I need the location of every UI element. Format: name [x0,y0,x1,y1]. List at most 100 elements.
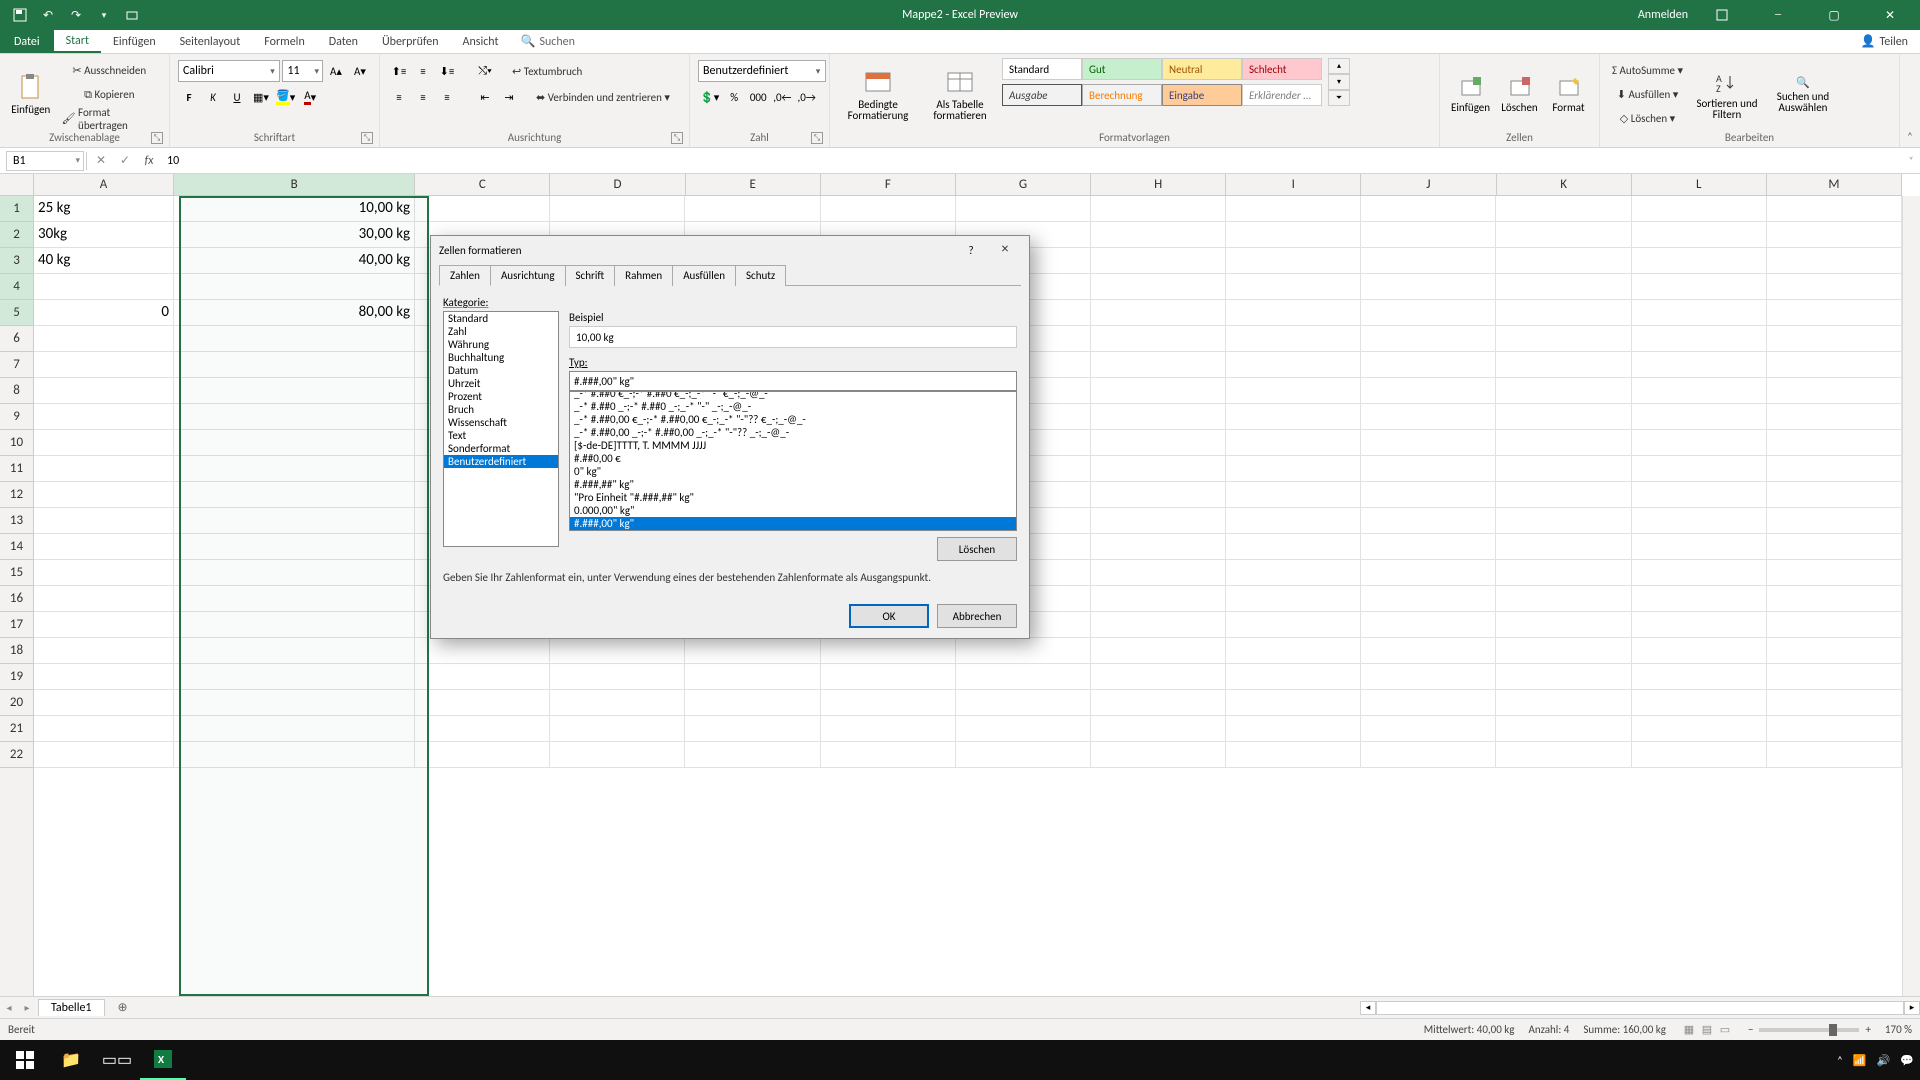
cell[interactable] [1091,456,1226,482]
cell[interactable] [34,742,174,768]
category-item[interactable]: Sonderformat [444,442,558,455]
cell[interactable] [1361,638,1496,664]
alignment-launcher[interactable]: ⤡ [671,132,683,144]
cell[interactable] [1226,274,1361,300]
row-header[interactable]: 8 [0,378,33,404]
cell[interactable]: 10,00 kg [174,196,415,222]
category-item[interactable]: Prozent [444,390,558,403]
undo-icon[interactable]: ↶ [36,3,60,27]
cell[interactable] [956,638,1091,664]
cell[interactable] [415,664,550,690]
category-item[interactable]: Bruch [444,403,558,416]
cell[interactable] [1496,638,1631,664]
column-header[interactable]: I [1226,174,1361,195]
style-eingabe[interactable]: Eingabe [1162,84,1242,106]
start-button[interactable] [2,1040,48,1080]
cell[interactable] [1767,352,1902,378]
cancel-button[interactable]: Abbrechen [937,604,1017,628]
grow-font-icon[interactable]: A▴ [325,60,347,82]
ribbon-tab-einfügen[interactable]: Einfügen [101,30,168,53]
cell[interactable] [1361,378,1496,404]
fx-icon[interactable]: fx [137,151,161,171]
merge-center-button[interactable]: ⬌ Verbinden und zentrieren ▾ [532,86,674,108]
column-header[interactable]: K [1497,174,1632,195]
cell[interactable] [1361,456,1496,482]
cell[interactable] [34,586,174,612]
row-header[interactable]: 22 [0,742,33,768]
cell[interactable] [1226,456,1361,482]
orientation-icon[interactable]: ⤭▾ [474,60,496,82]
cell[interactable] [1361,352,1496,378]
indent-inc-icon[interactable]: ⇥ [498,86,520,108]
cell[interactable] [550,716,685,742]
font-name-combo[interactable]: ▾ [178,60,280,82]
cell[interactable] [1767,456,1902,482]
cell[interactable] [174,352,415,378]
cell[interactable] [174,586,415,612]
type-option[interactable]: _-* #.##0 _-;-* #.##0 _-;_-* "-" _-;_-@_… [570,400,1016,413]
system-tray[interactable]: ˄ 📶 🔊 💬 [1837,1054,1918,1067]
cancel-edit-icon[interactable]: ✕ [89,151,113,171]
align-left-icon[interactable]: ≡ [388,86,410,108]
collapse-ribbon-icon[interactable]: ˄ [1907,130,1913,143]
cell[interactable] [174,560,415,586]
cell[interactable] [1496,534,1631,560]
row-header[interactable]: 18 [0,638,33,664]
cell[interactable] [1361,326,1496,352]
cell[interactable] [1091,716,1226,742]
zoom-in-button[interactable]: + [1865,1023,1870,1036]
font-size-combo[interactable]: ▾ [282,60,323,82]
align-middle-icon[interactable]: ≡ [412,60,434,82]
row-header[interactable]: 11 [0,456,33,482]
row-header[interactable]: 7 [0,352,33,378]
cut-button[interactable]: ✂ Ausschneiden [58,60,161,82]
cell[interactable] [1496,222,1631,248]
border-button[interactable]: ▦▾ [250,86,272,108]
ribbon-tab-formeln[interactable]: Formeln [252,30,316,53]
hscroll-left[interactable]: ◂ [1360,1001,1376,1015]
cell[interactable] [1632,638,1767,664]
cell[interactable] [1496,508,1631,534]
cell[interactable] [1091,274,1226,300]
cell[interactable] [550,742,685,768]
cell[interactable] [1226,352,1361,378]
cell[interactable] [1496,430,1631,456]
cell[interactable] [1632,716,1767,742]
cell[interactable] [1091,534,1226,560]
cell[interactable] [1226,196,1361,222]
row-header[interactable]: 21 [0,716,33,742]
cell[interactable] [1632,248,1767,274]
new-sheet-button[interactable]: ⊕ [113,998,133,1018]
row-header[interactable]: 10 [0,430,33,456]
sheet-nav-prev[interactable]: ◂ [0,1001,18,1014]
font-color-button[interactable]: A▾ [299,86,321,108]
style-berechnung[interactable]: Berechnung [1082,84,1162,106]
row-headers[interactable]: 12345678910111213141516171819202122 [0,196,34,996]
align-top-icon[interactable]: ⬆≡ [388,60,410,82]
cell[interactable] [1496,742,1631,768]
row-header[interactable]: 17 [0,612,33,638]
inc-decimal-icon[interactable]: ,0← [771,86,793,108]
hscroll-right[interactable]: ▸ [1904,1001,1920,1015]
cell[interactable] [1091,430,1226,456]
ribbon-tab-seitenlayout[interactable]: Seitenlayout [168,30,253,53]
maximize-icon[interactable]: ▢ [1812,0,1856,30]
cell[interactable] [550,664,685,690]
style-ausgabe[interactable]: Ausgabe [1002,84,1082,106]
dialog-help-button[interactable]: ? [957,244,985,257]
column-header[interactable]: J [1361,174,1496,195]
cell[interactable] [1361,274,1496,300]
sort-filter-button[interactable]: AZSortieren und Filtern [1691,58,1763,131]
align-bottom-icon[interactable]: ⬇≡ [436,60,458,82]
type-option[interactable]: #.###,##" kg" [570,478,1016,491]
cell[interactable] [34,456,174,482]
category-item[interactable]: Text [444,429,558,442]
cell[interactable] [1361,482,1496,508]
cell[interactable] [1091,378,1226,404]
cell[interactable] [34,664,174,690]
clear-button[interactable]: ◇ Löschen ▾ [1608,108,1687,130]
cell[interactable] [1767,248,1902,274]
cell[interactable] [1496,196,1631,222]
type-option[interactable]: 0.000,00" kg" [570,504,1016,517]
fill-color-button[interactable]: 🪣▾ [274,86,297,108]
